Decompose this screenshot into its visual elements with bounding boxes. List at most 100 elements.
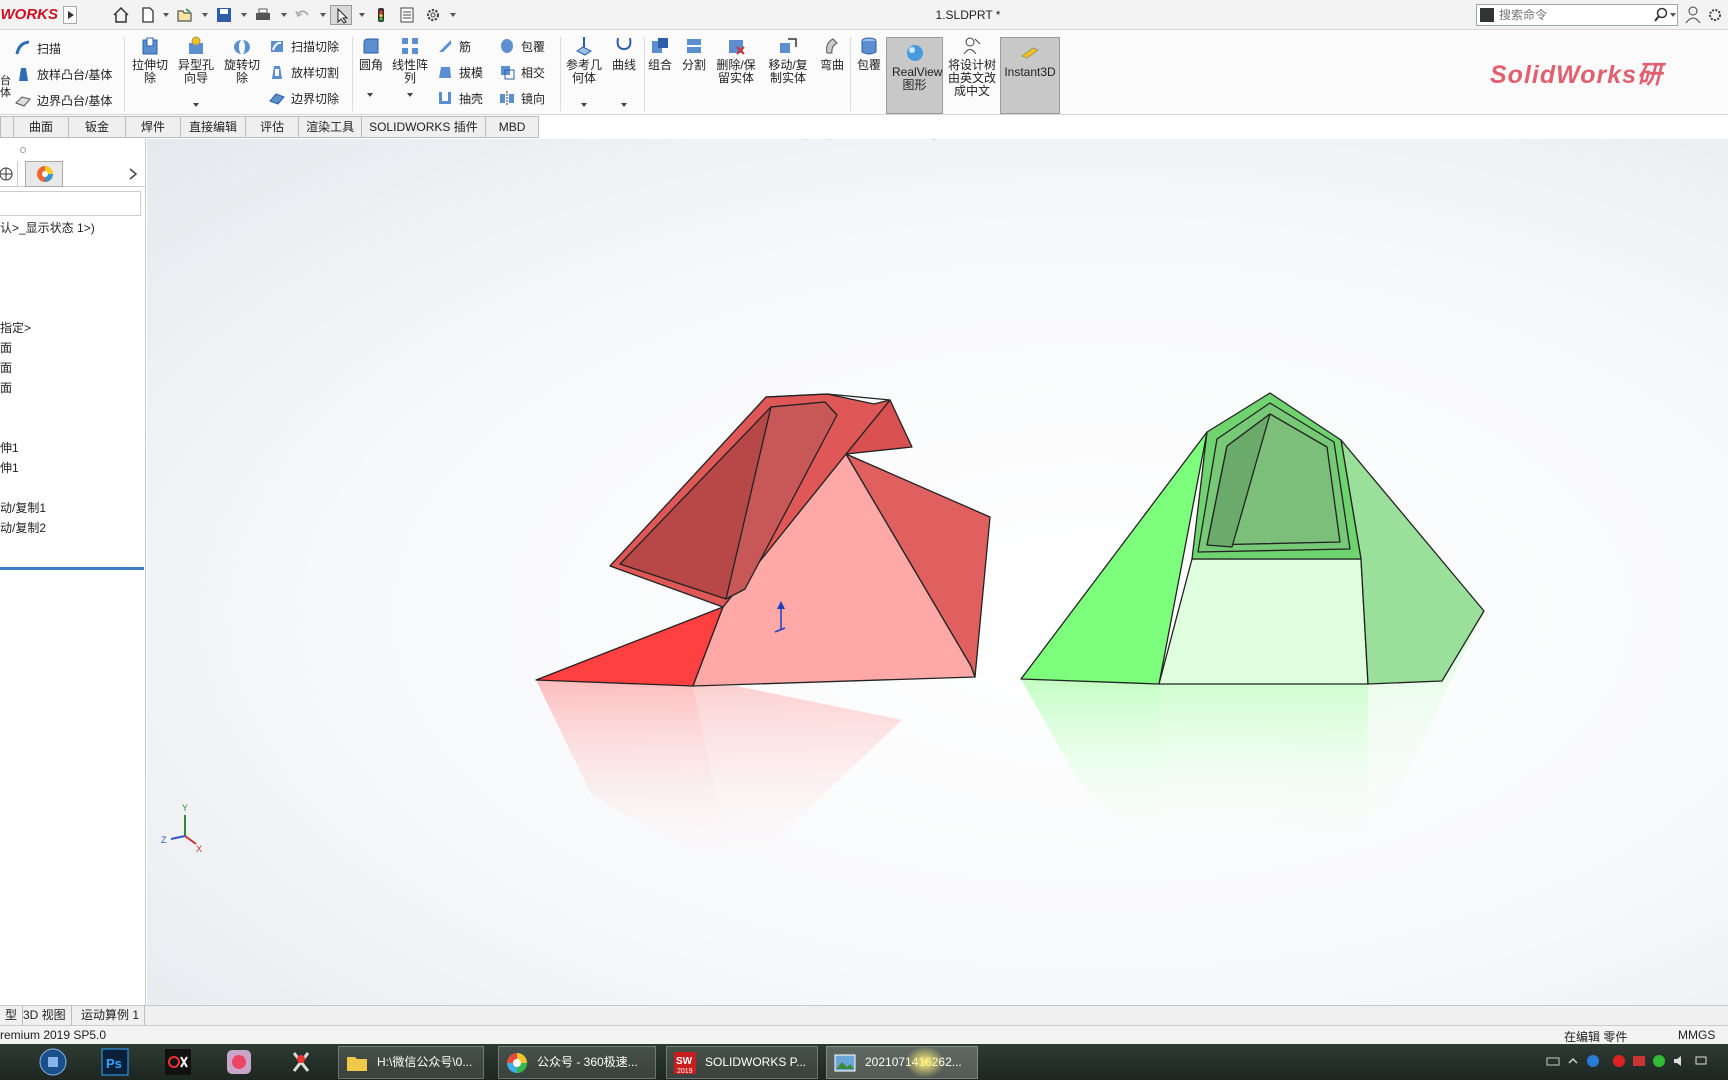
monitor-display-icon[interactable]	[1117, 139, 1137, 141]
fillet-button[interactable]: 圆角	[356, 35, 386, 72]
green-part-body[interactable]	[1020, 392, 1485, 685]
select-dropdown-caret[interactable]	[359, 13, 365, 17]
dynamic-annotation-icon[interactable]	[876, 139, 896, 141]
volume-tray-icon[interactable]	[1672, 1054, 1686, 1068]
taskbar-solidworks-window[interactable]: SW 2019 SOLIDWORKS P...	[666, 1046, 818, 1079]
realview-graphics-button[interactable]: RealView图形	[886, 37, 943, 114]
reference-dropdown[interactable]	[581, 103, 587, 107]
revolved-cut-button[interactable]: 旋转切除	[220, 35, 264, 85]
hide-show-items-icon[interactable]	[984, 139, 1004, 141]
update-tray-icon[interactable]	[1652, 1054, 1666, 1068]
media-player-icon[interactable]	[224, 1047, 254, 1077]
network-tray-icon[interactable]	[1694, 1054, 1708, 1068]
tree-item-extrude-2[interactable]: 伸1	[0, 459, 19, 476]
sweep-button[interactable]: 扫描	[14, 37, 61, 59]
tab-partial[interactable]	[0, 116, 14, 138]
print-icon[interactable]	[252, 5, 274, 25]
tree-item-material[interactable]: 指定>	[0, 319, 31, 336]
expand-menu-arrow-icon[interactable]	[63, 6, 77, 24]
graphics-viewport[interactable]: Y Z X	[147, 139, 1728, 1005]
open-folder-icon[interactable]	[174, 5, 196, 25]
curves-button[interactable]: 曲线	[608, 35, 640, 72]
tab-render-tools[interactable]: 渲染工具	[299, 116, 363, 138]
taskbar-folder-window[interactable]: H:\微信公众号\0...	[338, 1046, 484, 1079]
panel-handle-icon[interactable]	[20, 147, 26, 153]
edit-appearance-icon[interactable]	[1020, 139, 1040, 141]
user-account-icon[interactable]	[1685, 6, 1701, 24]
display-manager-tab[interactable]	[25, 161, 63, 187]
search-input[interactable]	[1499, 7, 1649, 23]
options-gear-icon[interactable]	[422, 5, 444, 25]
record-tray-icon[interactable]	[1612, 1054, 1626, 1068]
save-dropdown-caret[interactable]	[241, 13, 247, 17]
camera-recorder-icon[interactable]	[163, 1047, 193, 1077]
save-icon[interactable]	[213, 5, 235, 25]
tree-item-top-plane[interactable]: 面	[0, 359, 12, 376]
select-cursor-icon[interactable]	[330, 5, 352, 25]
flex-button[interactable]: 弯曲	[818, 35, 846, 72]
red-part-body[interactable]	[535, 393, 991, 687]
previous-view-icon[interactable]	[828, 139, 848, 141]
chevron-right-icon[interactable]	[128, 168, 138, 180]
dimxpert-crosshair-icon[interactable]	[0, 164, 16, 184]
tab-mbd[interactable]: MBD	[485, 116, 540, 138]
keyboard-tray-icon[interactable]	[1546, 1054, 1560, 1068]
hole-wizard-button[interactable]: 异型孔向导	[174, 35, 218, 85]
new-document-icon[interactable]	[137, 5, 159, 25]
rebuild-traffic-light-icon[interactable]	[370, 5, 392, 25]
screenshot-tool-icon[interactable]	[286, 1047, 316, 1077]
draft-button[interactable]: 拔模	[436, 61, 483, 83]
lofted-cut-button[interactable]: 放样切割	[268, 61, 339, 83]
unit-system-text[interactable]: MMGS	[1678, 1028, 1715, 1042]
tab-motion-study-1[interactable]: 运动算例 1	[76, 1006, 146, 1025]
zoom-area-icon[interactable]	[804, 139, 824, 141]
tree-filter-field[interactable]	[0, 191, 141, 216]
security-tray-icon[interactable]	[1586, 1054, 1600, 1068]
show-hidden-icons-icon[interactable]	[1566, 1054, 1580, 1068]
tree-item-move-copy-2[interactable]: 动/复制2	[0, 519, 46, 536]
file-properties-icon[interactable]	[396, 5, 418, 25]
tab-evaluate[interactable]: 评估	[246, 116, 300, 138]
tree-item-move-copy-1[interactable]: 动/复制1	[0, 499, 46, 516]
fillet-dropdown[interactable]	[367, 93, 373, 97]
tab-3d-views[interactable]: 3D 视图	[18, 1006, 72, 1025]
delete-keep-body-button[interactable]: 删除/保留实体	[714, 35, 758, 85]
tree-item-right-plane[interactable]: 面	[0, 379, 12, 396]
curves-dropdown[interactable]	[621, 103, 627, 107]
command-search-box[interactable]	[1476, 4, 1678, 26]
hole-wizard-dropdown[interactable]	[193, 103, 199, 107]
tree-item-display-state[interactable]: 认>_显示状态 1>)	[0, 219, 95, 236]
rollback-bar[interactable]	[0, 567, 144, 570]
tree-item-front-plane[interactable]: 面	[0, 339, 12, 356]
zoom-to-fit-icon[interactable]	[780, 139, 800, 141]
apply-scene-icon[interactable]	[1056, 139, 1076, 141]
options-dropdown-caret[interactable]	[450, 13, 456, 17]
search-dropdown-caret[interactable]	[1670, 13, 1676, 17]
help-gear-icon[interactable]	[1706, 6, 1724, 24]
input-method-tray-icon[interactable]	[1632, 1054, 1646, 1068]
boundary-boss-button[interactable]: 边界凸台/基体	[14, 89, 112, 111]
extruded-cut-button[interactable]: 拉伸切除	[128, 35, 172, 85]
shell-button[interactable]: 抽壳	[436, 87, 483, 109]
wrap-body-button[interactable]: 包覆	[854, 35, 884, 72]
split-button[interactable]: 分割	[680, 35, 708, 72]
start-button-icon[interactable]	[38, 1047, 68, 1077]
new-dropdown-caret[interactable]	[163, 13, 169, 17]
magnifier-tool-icon[interactable]	[900, 139, 920, 141]
loft-boss-button[interactable]: 放样凸台/基体	[14, 63, 112, 85]
display-style-icon[interactable]	[948, 139, 968, 141]
view-settings-icon[interactable]	[1080, 139, 1100, 141]
tab-weldments[interactable]: 焊件	[126, 116, 182, 138]
boundary-cut-button[interactable]: 边界切除	[268, 87, 339, 109]
undo-dropdown-caret[interactable]	[320, 13, 326, 17]
open-dropdown-caret[interactable]	[202, 13, 208, 17]
tree-item-extrude-1[interactable]: 伸1	[0, 439, 19, 456]
intersect-button[interactable]: 相交	[498, 61, 545, 83]
view-orientation-cube-icon[interactable]	[924, 139, 944, 141]
wrap-button[interactable]: 包覆	[498, 35, 545, 57]
undo-icon[interactable]	[292, 5, 314, 25]
tab-sheet-metal[interactable]: 钣金	[69, 116, 127, 138]
taskbar-image-viewer-window[interactable]: 2021071416262...	[826, 1046, 978, 1079]
rib-button[interactable]: 筋	[436, 35, 471, 57]
linear-pattern-button[interactable]: 线性阵列	[390, 35, 430, 85]
